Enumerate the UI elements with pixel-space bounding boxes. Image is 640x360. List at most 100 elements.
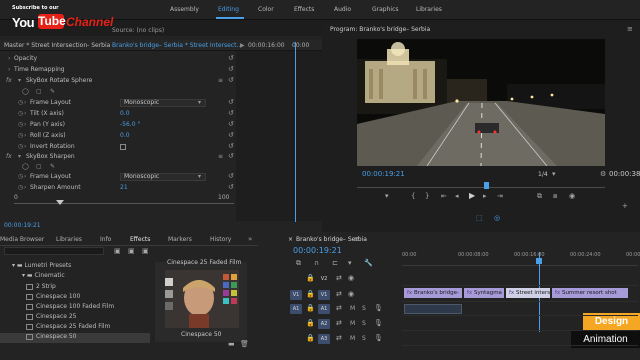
timeline-menu-icon[interactable]: ≡	[354, 235, 360, 243]
sequence-clip-label[interactable]: Branko's bridge– Serbia * Street Interse…	[112, 42, 242, 49]
extract-icon[interactable]: ⧈	[553, 192, 557, 201]
ellipse-mask-icon[interactable]: ◯	[22, 163, 29, 170]
track-lock-icon[interactable]: 🔒	[306, 290, 315, 298]
expand-chevron-icon[interactable]: ›	[24, 110, 26, 117]
play-icon[interactable]: ▶	[469, 191, 475, 200]
reset-icon[interactable]: ↺	[228, 120, 234, 128]
cinematic-folder[interactable]: ▾ ▬ Cinematic	[22, 272, 65, 279]
track-label-v1[interactable]: V1	[318, 290, 330, 300]
preset-item[interactable]: Cinespace 50	[0, 333, 150, 343]
stopwatch-icon[interactable]: ◷	[18, 173, 23, 180]
ec-mini-timeline[interactable]	[236, 51, 322, 221]
frame-layout-dropdown[interactable]: Monoscopic	[120, 99, 206, 107]
timeline-clip[interactable]: fx Syntagma S	[464, 288, 504, 298]
reset-icon[interactable]: ↺	[228, 152, 234, 160]
ec-value[interactable]: 21	[120, 184, 128, 191]
sync-lock-icon[interactable]: ⇄	[336, 290, 342, 298]
invert-rotation-checkbox[interactable]	[120, 144, 126, 150]
more-panels-icon[interactable]: »	[248, 235, 252, 243]
lower-tab-history[interactable]: History	[210, 236, 231, 243]
vr-video-icon[interactable]: ⬚	[476, 214, 483, 222]
new-folder-icon[interactable]: ▬	[228, 340, 235, 348]
effect-menu-icon[interactable]: ≡	[218, 153, 223, 160]
expand-chevron-icon[interactable]: ›	[24, 99, 26, 106]
source-patch-v1[interactable]: V1	[290, 290, 302, 300]
expand-chevron-icon[interactable]: ›	[24, 121, 26, 128]
preset-item[interactable]: Cinespace 100	[0, 293, 150, 303]
ec-timecode[interactable]: 00:00:19:21	[4, 222, 41, 229]
lift-icon[interactable]: ⧉	[537, 192, 542, 201]
track-label-a3[interactable]: A3	[318, 334, 330, 344]
timeline-timecode[interactable]: 00:00:19:21	[293, 246, 342, 255]
reset-icon[interactable]: ↺	[228, 54, 234, 62]
program-timecode[interactable]: 00:00:19:21	[362, 170, 405, 178]
track-lock-icon[interactable]: 🔒	[306, 274, 315, 282]
reset-icon[interactable]: ↺	[228, 76, 234, 84]
rect-mask-icon[interactable]: ▢	[36, 88, 42, 95]
pen-mask-icon[interactable]: ✎	[50, 163, 55, 170]
mic-icon[interactable]: 🎙	[374, 334, 383, 342]
track-lock-icon[interactable]: 🔒	[306, 319, 315, 327]
mark-out-bracket-icon[interactable]: }	[425, 192, 429, 200]
workspace-tab-assembly[interactable]: Assembly	[170, 6, 199, 13]
mic-icon[interactable]: 🎙	[374, 304, 383, 312]
source-patch-a1[interactable]: A1	[290, 304, 302, 314]
go-to-in-icon[interactable]: ⇤	[441, 192, 447, 200]
lower-tab-info[interactable]: Info	[100, 236, 111, 243]
track-lock-icon[interactable]: 🔒	[306, 334, 315, 342]
lower-tab-effects[interactable]: Effects	[130, 236, 150, 243]
vr-gaze-icon[interactable]: ◎	[494, 214, 500, 222]
snap-icon[interactable]: ∩	[314, 259, 319, 267]
pen-mask-icon[interactable]: ✎	[50, 88, 55, 95]
expand-chevron-icon[interactable]: ›	[8, 55, 10, 62]
sharpen-slider-track[interactable]	[14, 203, 234, 204]
stopwatch-icon[interactable]: ◷	[18, 143, 23, 150]
ec-value[interactable]: 0.0	[120, 132, 130, 139]
stopwatch-icon[interactable]: ◷	[18, 132, 23, 139]
dropdown-chevron-icon[interactable]: ▾	[198, 173, 201, 180]
effects-search-input[interactable]	[4, 247, 104, 255]
program-scrub-bar[interactable]	[357, 187, 605, 188]
workspace-tab-libraries[interactable]: Libraries	[416, 6, 442, 13]
accelerated-effects-icon[interactable]: ▣	[114, 247, 121, 255]
mute-button[interactable]: M	[350, 320, 355, 327]
lower-tab-media-browser[interactable]: Media Browser	[0, 236, 44, 243]
reset-icon[interactable]: ↺	[228, 131, 234, 139]
timeline-settings-icon[interactable]: 🔧	[364, 259, 373, 267]
program-title[interactable]: Program: Branko's bridge– Serbia	[330, 26, 430, 33]
timeline-clip[interactable]: fx Summer resort shot	[552, 288, 628, 298]
reset-icon[interactable]: ↺	[228, 142, 234, 150]
eye-icon[interactable]: ◉	[348, 290, 354, 298]
ec-value[interactable]: 0.0	[120, 110, 130, 117]
step-back-icon[interactable]: ◂	[455, 192, 459, 200]
sync-lock-icon[interactable]: ⇄	[336, 334, 342, 342]
program-playhead[interactable]	[483, 182, 489, 189]
lower-tab-libraries[interactable]: Libraries	[56, 236, 82, 243]
wrench-icon[interactable]: ⚙	[600, 170, 606, 178]
sync-lock-icon[interactable]: ⇄	[336, 319, 342, 327]
reset-icon[interactable]: ↺	[228, 183, 234, 191]
preset-item[interactable]: Cinespace 25	[0, 313, 150, 323]
go-to-out-icon[interactable]: ⇥	[497, 192, 503, 200]
rect-mask-icon[interactable]: ▢	[36, 163, 42, 170]
mark-in-icon[interactable]: ▾	[385, 192, 389, 200]
track-label-a2[interactable]: A2	[318, 319, 330, 329]
reset-icon[interactable]: ↺	[228, 98, 234, 106]
mic-icon[interactable]: 🎙	[374, 319, 383, 327]
solo-button[interactable]: S	[362, 320, 366, 327]
expand-chevron-icon[interactable]: ▾	[18, 153, 21, 160]
dropdown-chevron-icon[interactable]: ▾	[198, 99, 201, 106]
ec-playhead[interactable]	[295, 42, 296, 222]
source-monitor-label[interactable]: Source: (no clips)	[112, 27, 164, 34]
effect-menu-icon[interactable]: ≡	[218, 77, 223, 84]
timeline-clip[interactable]: fx Branko's bridge-	[404, 288, 462, 298]
solo-button[interactable]: S	[362, 335, 366, 342]
trash-icon[interactable]: 🗑	[240, 340, 249, 348]
workspace-tab-effects[interactable]: Effects	[294, 6, 314, 13]
panel-menu-icon[interactable]: ≡	[627, 25, 633, 33]
solo-button[interactable]: S	[362, 305, 366, 312]
mute-button[interactable]: M	[350, 335, 355, 342]
stopwatch-icon[interactable]: ◷	[18, 184, 23, 191]
timeline-clip[interactable]: fx Street interse	[506, 288, 550, 298]
lower-tab-markers[interactable]: Markers	[168, 236, 192, 243]
